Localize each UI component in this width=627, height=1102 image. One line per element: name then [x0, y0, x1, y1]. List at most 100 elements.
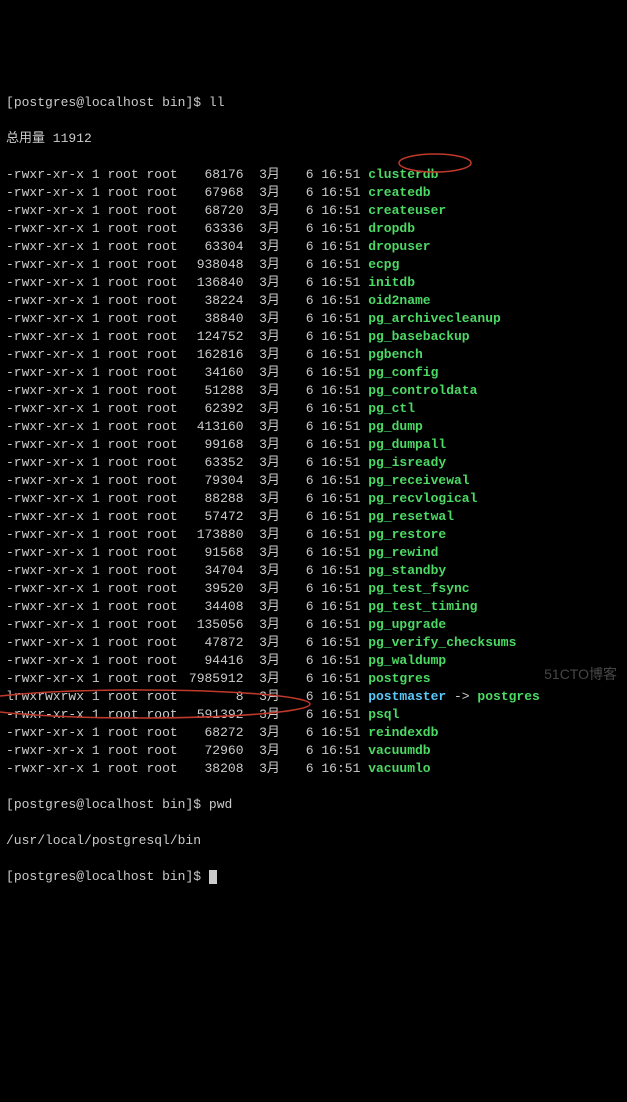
group: root: [146, 743, 177, 758]
month: 3月: [259, 473, 280, 488]
group: root: [146, 635, 177, 650]
permissions: -rwxr-xr-x: [6, 437, 84, 452]
group: root: [146, 401, 177, 416]
file-size: 94416: [186, 652, 244, 670]
group: root: [146, 689, 177, 704]
file-row: -rwxr-xr-x 1 root root 94416 3月 6 16:51 …: [6, 652, 621, 670]
file-name: clusterdb: [368, 167, 438, 182]
file-size: 63304: [186, 238, 244, 256]
month: 3月: [259, 239, 280, 254]
month: 3月: [259, 671, 280, 686]
file-size: 88288: [186, 490, 244, 508]
file-size: 91568: [186, 544, 244, 562]
file-size: 39520: [186, 580, 244, 598]
symlink-target: postgres: [477, 689, 539, 704]
time: 16:51: [321, 293, 360, 308]
owner: root: [107, 707, 138, 722]
terminal-output: [postgres@localhost bin]$ ll 总用量 11912 -…: [6, 76, 621, 904]
file-size: 68272: [186, 724, 244, 742]
time: 16:51: [321, 689, 360, 704]
month: 3月: [259, 725, 280, 740]
file-size: 57472: [186, 508, 244, 526]
file-row: -rwxr-xr-x 1 root root 38840 3月 6 16:51 …: [6, 310, 621, 328]
time: 16:51: [321, 311, 360, 326]
file-name: ecpg: [368, 257, 399, 272]
time: 16:51: [321, 563, 360, 578]
file-row: -rwxr-xr-x 1 root root 938048 3月 6 16:51…: [6, 256, 621, 274]
group: root: [146, 347, 177, 362]
file-name: pg_config: [368, 365, 438, 380]
day: 6: [296, 220, 314, 238]
file-size: 72960: [186, 742, 244, 760]
owner: root: [107, 563, 138, 578]
group: root: [146, 239, 177, 254]
link-count: 1: [92, 671, 100, 686]
file-name: pg_test_timing: [368, 599, 477, 614]
file-size: 63352: [186, 454, 244, 472]
group: root: [146, 221, 177, 236]
month: 3月: [259, 707, 280, 722]
file-size: 162816: [186, 346, 244, 364]
command-ll: ll: [209, 95, 225, 110]
file-size: 124752: [186, 328, 244, 346]
owner: root: [107, 275, 138, 290]
prompt-line-3[interactable]: [postgres@localhost bin]$: [6, 868, 621, 886]
day: 6: [296, 472, 314, 490]
file-size: 51288: [186, 382, 244, 400]
group: root: [146, 329, 177, 344]
group: root: [146, 203, 177, 218]
day: 6: [296, 652, 314, 670]
permissions: -rwxr-xr-x: [6, 455, 84, 470]
month: 3月: [259, 761, 280, 776]
time: 16:51: [321, 167, 360, 182]
time: 16:51: [321, 581, 360, 596]
symlink-arrow: ->: [446, 689, 477, 704]
group: root: [146, 545, 177, 560]
permissions: -rwxr-xr-x: [6, 203, 84, 218]
owner: root: [107, 725, 138, 740]
link-count: 1: [92, 707, 100, 722]
day: 6: [296, 418, 314, 436]
file-size: 136840: [186, 274, 244, 292]
time: 16:51: [321, 527, 360, 542]
file-row: -rwxr-xr-x 1 root root 68176 3月 6 16:51 …: [6, 166, 621, 184]
group: root: [146, 671, 177, 686]
group: root: [146, 473, 177, 488]
owner: root: [107, 203, 138, 218]
file-size: 7985912: [186, 670, 244, 688]
time: 16:51: [321, 671, 360, 686]
month: 3月: [259, 437, 280, 452]
link-count: 1: [92, 311, 100, 326]
time: 16:51: [321, 185, 360, 200]
time: 16:51: [321, 761, 360, 776]
pwd-output: /usr/local/postgresql/bin: [6, 832, 621, 850]
link-count: 1: [92, 383, 100, 398]
group: root: [146, 761, 177, 776]
file-row: -rwxr-xr-x 1 root root 162816 3月 6 16:51…: [6, 346, 621, 364]
link-count: 1: [92, 545, 100, 560]
link-count: 1: [92, 725, 100, 740]
file-row: -rwxr-xr-x 1 root root 47872 3月 6 16:51 …: [6, 634, 621, 652]
month: 3月: [259, 509, 280, 524]
link-count: 1: [92, 167, 100, 182]
prompt-line-1[interactable]: [postgres@localhost bin]$ ll: [6, 94, 621, 112]
day: 6: [296, 166, 314, 184]
day: 6: [296, 364, 314, 382]
link-count: 1: [92, 401, 100, 416]
day: 6: [296, 616, 314, 634]
group: root: [146, 581, 177, 596]
month: 3月: [259, 545, 280, 560]
prompt-line-2[interactable]: [postgres@localhost bin]$ pwd: [6, 796, 621, 814]
owner: root: [107, 311, 138, 326]
time: 16:51: [321, 599, 360, 614]
file-row: -rwxr-xr-x 1 root root 68720 3月 6 16:51 …: [6, 202, 621, 220]
month: 3月: [259, 365, 280, 380]
permissions: -rwxr-xr-x: [6, 509, 84, 524]
file-row: -rwxr-xr-x 1 root root 79304 3月 6 16:51 …: [6, 472, 621, 490]
file-row: -rwxr-xr-x 1 root root 34408 3月 6 16:51 …: [6, 598, 621, 616]
day: 6: [296, 544, 314, 562]
day: 6: [296, 508, 314, 526]
owner: root: [107, 761, 138, 776]
file-size: 38208: [186, 760, 244, 778]
file-size: 68720: [186, 202, 244, 220]
